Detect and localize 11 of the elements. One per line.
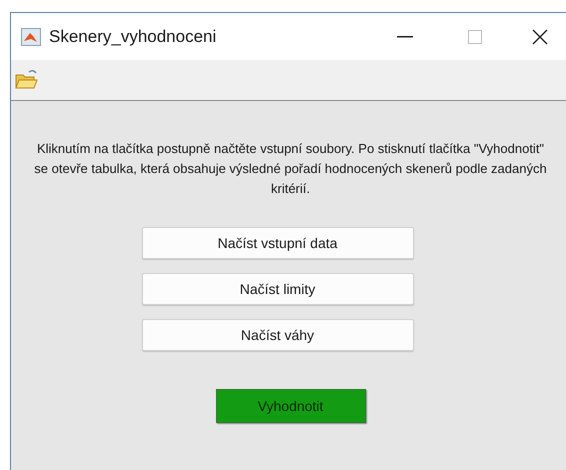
open-folder-icon[interactable]: [15, 69, 39, 91]
load-button[interactable]: Načíst váhy: [142, 319, 414, 351]
close-icon: [532, 28, 548, 44]
window-title: Skenery_vyhodnoceni: [49, 26, 216, 48]
minimize-icon: [397, 36, 413, 38]
instructions-text: Kliknutím na tlačítka postupně načtěte vstupní soubory. Po stisknutí tlačítka "Vyhodnotit" se otevře tabulka, která obsahuje výsledné pořadí hodnocených skenerů podle zadaných kritérií.: [33, 140, 548, 198]
maximize-icon: [468, 30, 482, 44]
app-logo-icon: [21, 28, 41, 46]
load-button[interactable]: Načíst vstupní data: [142, 227, 414, 259]
evaluate-button[interactable]: Vyhodnotit: [216, 389, 366, 423]
load-button[interactable]: Načíst limity: [142, 273, 414, 305]
